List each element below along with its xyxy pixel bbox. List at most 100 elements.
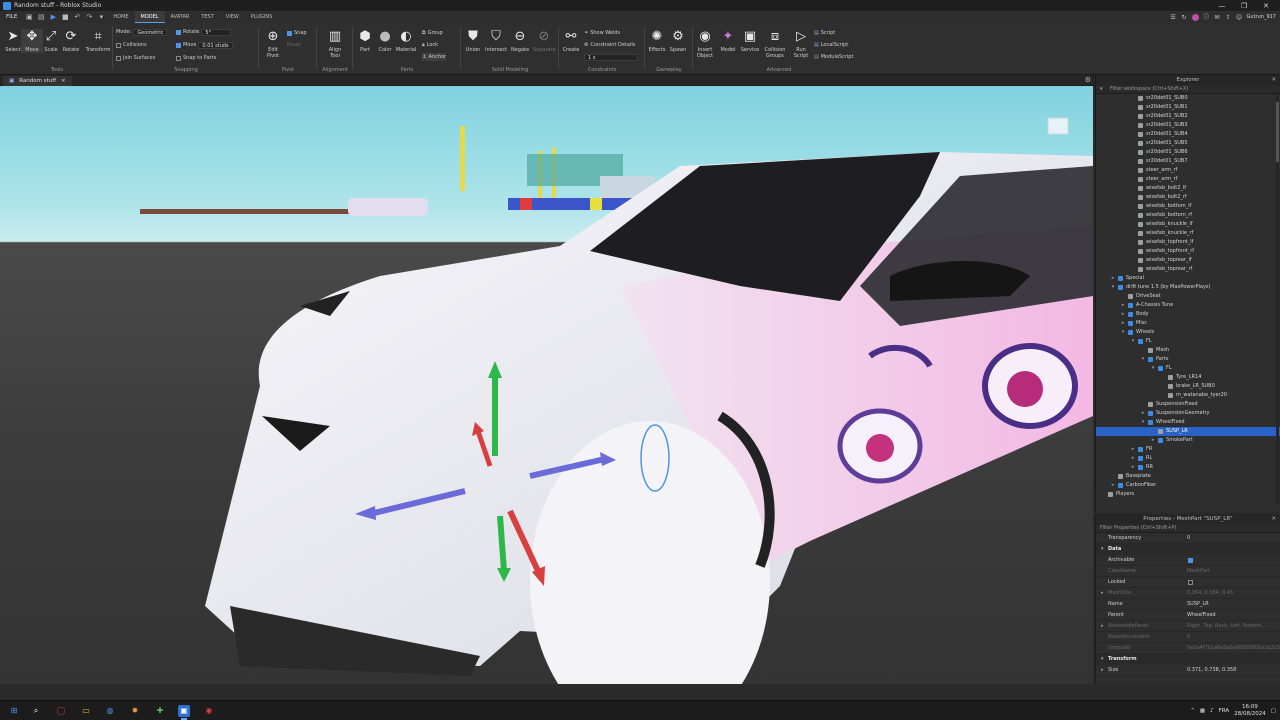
rotate-tool[interactable]: ⟳ Rotate [60, 29, 82, 53]
negate-button[interactable]: ⊖ Negate [509, 29, 531, 53]
tray-chevron-icon[interactable]: ⌃ [1190, 708, 1195, 714]
tree-row[interactable]: steer_arm_rf [1096, 175, 1280, 184]
script-button[interactable]: ▤ Script [814, 29, 835, 37]
tree-row[interactable]: sr20det01_SUB1 [1096, 103, 1280, 112]
tree-row[interactable]: sr20det01_SUB5 [1096, 139, 1280, 148]
tree-row[interactable]: wisefab_toprear_lf [1096, 256, 1280, 265]
tree-row[interactable]: Mesh [1096, 346, 1280, 355]
tree-row[interactable]: wisefab_bottom_rf [1096, 211, 1280, 220]
tree-row[interactable]: steer_arm_rf [1096, 166, 1280, 175]
tree-row[interactable]: m_watanabe_tyer20 [1096, 391, 1280, 400]
save-icon[interactable]: ▣ [25, 13, 33, 21]
chat-icon[interactable]: ✉ [1214, 14, 1221, 21]
transform-tool[interactable]: ⌗ Transform [84, 29, 112, 53]
chevron-down-icon[interactable]: ▾ [1130, 337, 1136, 346]
property-row[interactable]: Parent WheelFixed [1096, 610, 1280, 621]
chevron-right-icon[interactable]: ▸ [1130, 463, 1136, 472]
snap-to-parts-checkbox[interactable] [176, 55, 181, 61]
opera-icon[interactable]: ◯ [55, 705, 67, 717]
tree-row[interactable]: wisefab_bottom_lf [1096, 202, 1280, 211]
collisions-toggle[interactable]: Collisions [116, 41, 147, 49]
windows-start-icon[interactable]: ⊞ [8, 705, 20, 717]
property-checkbox[interactable] [1188, 580, 1193, 585]
chevron-right-icon[interactable]: ▸ [1130, 454, 1136, 463]
chevron-down-icon[interactable]: ▾ [1120, 328, 1126, 337]
insert-object-button[interactable]: ◉ Insert Object [694, 29, 716, 59]
tree-row[interactable]: Baseplate [1096, 472, 1280, 481]
property-row[interactable]: ClassName MeshPart [1096, 566, 1280, 577]
property-value[interactable]: 0.371, 0.738, 0.358 [1187, 665, 1236, 676]
explorer-filter-input[interactable]: ▾ Filter workspace (Ctrl+Shift+X) [1096, 85, 1280, 94]
move-snap-input[interactable]: 0.01 studs [198, 41, 233, 49]
union-button[interactable]: ⛊ Union [462, 29, 484, 53]
scale-tool[interactable]: ⤢ Scale [40, 29, 62, 53]
gear-icon[interactable]: ⚙ [1085, 76, 1091, 84]
collisions-checkbox[interactable] [116, 42, 121, 48]
tree-row[interactable]: Tyre_LR14 [1096, 373, 1280, 382]
tree-row[interactable]: sr20det01_SUB4 [1096, 130, 1280, 139]
tree-row[interactable]: ▸ SmokePart [1096, 436, 1280, 445]
tree-row[interactable]: ▸ Body [1096, 310, 1280, 319]
tree-row[interactable]: ▾ drift tune 1.5 (by MaxPowerPlays) [1096, 283, 1280, 292]
volume-icon[interactable]: ♪ [1210, 708, 1214, 714]
share-icon[interactable]: ⇪ [1225, 14, 1232, 21]
property-row[interactable]: Name SUSP_LR [1096, 599, 1280, 610]
tree-row[interactable]: ▸ A-Chassis Tune [1096, 301, 1280, 310]
tree-row[interactable]: ▸ RL [1096, 454, 1280, 463]
service-button[interactable]: ▣ Service [739, 29, 761, 53]
property-value[interactable]: SUSP_LR [1187, 599, 1209, 610]
chevron-down-icon[interactable]: ▾ [1101, 654, 1104, 665]
property-row[interactable]: ▸ MeshSize 0.364, 0.384, 0.45 [1096, 588, 1280, 599]
pivot-snap-toggle[interactable]: Snap [287, 29, 307, 37]
tree-row[interactable]: sr20det01_SUB2 [1096, 112, 1280, 121]
team-create-icon[interactable]: ☰ [1170, 14, 1177, 21]
search-icon[interactable]: ⌕ [30, 705, 42, 717]
stop-icon[interactable]: ■ [61, 13, 69, 21]
tab-plugins[interactable]: PLUGINS [245, 11, 278, 23]
tree-row[interactable]: SuspensionFixed [1096, 400, 1280, 409]
tree-row[interactable]: SUSP_LR [1096, 427, 1280, 436]
chevron-down-icon[interactable]: ▾ [1140, 418, 1146, 427]
material-button[interactable]: ◐ Material [395, 29, 417, 53]
tree-row[interactable]: ▸ CarbonFiber [1096, 481, 1280, 490]
chevron-right-icon[interactable]: ▸ [1130, 445, 1136, 454]
tree-row[interactable]: sr20det01_SUB7 [1096, 157, 1280, 166]
pivot-reset-button[interactable]: Reset [287, 41, 301, 49]
spawn-button[interactable]: ⚙ Spawn [667, 29, 689, 53]
minimize-button[interactable]: — [1211, 0, 1233, 11]
create-constraint-button[interactable]: ⚯ Create [560, 29, 582, 53]
tree-row[interactable]: ▸ Special [1096, 274, 1280, 283]
chevron-right-icon[interactable]: ▸ [1150, 436, 1156, 445]
join-surfaces-checkbox[interactable] [116, 55, 121, 61]
group-button[interactable]: ⧉ Group [422, 29, 443, 37]
chevron-right-icon[interactable]: ▸ [1110, 481, 1116, 490]
edit-pivot-button[interactable]: ⊕ Edit Pivot [262, 29, 284, 59]
tree-row[interactable]: DriveSeat [1096, 292, 1280, 301]
tree-row[interactable]: wisefab_topfront_rf [1096, 247, 1280, 256]
view-cube[interactable] [1047, 117, 1069, 135]
part-button[interactable]: ⬢ Part [354, 29, 376, 53]
tab-model[interactable]: MODEL [134, 11, 165, 23]
property-section[interactable]: ▾ Transform [1096, 654, 1280, 665]
network-icon[interactable]: ▦ [1200, 708, 1205, 714]
tree-row[interactable]: wisefab_topfront_lf [1096, 238, 1280, 247]
color-button[interactable]: ● Color [374, 29, 396, 53]
customize-icon[interactable]: ▾ [97, 13, 105, 21]
property-row[interactable]: UniqueId 5e0a4f7b1e6e0a0a00000000a1b2c3d4 [1096, 643, 1280, 654]
localscript-button[interactable]: ▤ LocalScript [814, 41, 848, 49]
username[interactable]: Gutrun_917 [1247, 14, 1276, 20]
notification-icon[interactable]: ▢ [1271, 708, 1276, 714]
tab-view[interactable]: VIEW [220, 11, 245, 23]
file-explorer-icon[interactable]: ▭ [80, 705, 92, 717]
model-button[interactable]: ✦ Model [717, 29, 739, 53]
align-tool-button[interactable]: ▥ Align Tool [324, 29, 346, 59]
close-button[interactable]: ✕ [1255, 0, 1277, 11]
document-tab[interactable]: ▣ Random stuff × [3, 76, 72, 86]
tab-home[interactable]: HOME [107, 11, 134, 23]
info-icon[interactable]: ⓘ [1203, 14, 1210, 21]
explorer-scrollbar[interactable] [1276, 94, 1279, 504]
property-row[interactable]: ResizeIncrement 0 [1096, 632, 1280, 643]
play-icon[interactable]: ▶ [49, 13, 57, 21]
tree-row[interactable]: ▾ Parts [1096, 355, 1280, 364]
refresh-icon[interactable]: ↻ [1181, 14, 1188, 21]
